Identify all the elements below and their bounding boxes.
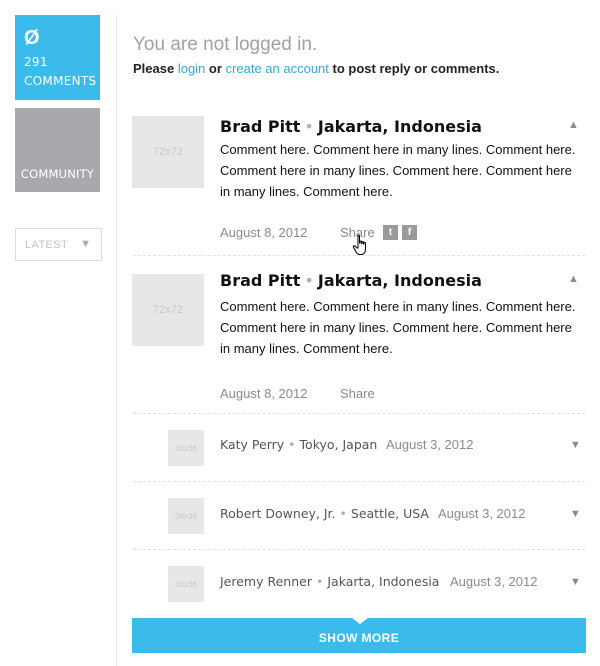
reply-date: August 3, 2012	[386, 437, 474, 452]
chevron-down-icon: ▼	[80, 238, 91, 250]
reply-date: August 3, 2012	[450, 574, 538, 589]
comment-date: August 8, 2012	[220, 386, 308, 401]
reply-author: Jeremy Renner • Jakarta, Indonesia	[220, 574, 439, 589]
avatar: 72x72	[132, 274, 204, 346]
login-prompt-suffix: to post reply or comments.	[332, 61, 500, 76]
separator-dot: •	[304, 271, 314, 290]
collapse-caret-icon[interactable]: ▲	[568, 119, 579, 131]
comments-logo-icon: Ø	[24, 27, 40, 49]
comments-tile[interactable]: Ø 291 COMMENTS	[15, 15, 100, 100]
comment-body: Comment here. Comment here in many lines…	[220, 142, 576, 199]
create-account-link[interactable]: create an account	[226, 61, 329, 76]
separator-dot: •	[339, 506, 347, 521]
author-location: Seattle, USA	[350, 506, 429, 521]
comments-label: COMMENTS	[24, 74, 97, 88]
reply-date: August 3, 2012	[438, 506, 526, 521]
comment-divider	[133, 549, 585, 550]
separator-dot: •	[304, 117, 314, 136]
expand-caret-icon[interactable]: ▼	[570, 508, 581, 520]
comment-date: August 8, 2012	[220, 225, 308, 240]
separator-dot: •	[288, 437, 296, 452]
community-tile[interactable]: COMMUNITY	[15, 108, 100, 192]
comment-body: Comment here. Comment here in many lines…	[220, 299, 576, 356]
author-location: Jakarta, Indonesia	[317, 271, 482, 290]
hand-cursor-icon	[352, 234, 366, 255]
author-location: Tokyo, Japan	[299, 437, 378, 452]
expand-caret-icon[interactable]: ▼	[570, 576, 581, 588]
collapse-caret-icon[interactable]: ▲	[568, 273, 579, 285]
author-name[interactable]: Jeremy Renner	[220, 574, 312, 589]
login-link[interactable]: login	[178, 61, 205, 76]
facebook-icon[interactable]: f	[402, 225, 417, 240]
author-name[interactable]: Brad Pitt	[220, 271, 300, 290]
comment-divider	[133, 255, 585, 256]
login-prompt-or: or	[208, 61, 222, 76]
author-location: Jakarta, Indonesia	[317, 117, 482, 136]
share-button[interactable]: Share	[340, 386, 375, 401]
expand-caret-icon[interactable]: ▼	[570, 439, 581, 451]
avatar: 36x36	[168, 566, 204, 602]
show-more-notch	[352, 618, 368, 624]
comments-count: 291	[24, 55, 48, 69]
sort-value: LATEST	[25, 239, 69, 251]
comment-author: Brad Pitt • Jakarta, Indonesia	[220, 271, 482, 290]
author-name[interactable]: Katy Perry	[220, 437, 284, 452]
author-name[interactable]: Robert Downey, Jr.	[220, 506, 336, 521]
twitter-icon[interactable]: t	[383, 225, 398, 240]
sort-dropdown[interactable]: LATEST ▼	[15, 228, 102, 261]
avatar: 36x36	[168, 498, 204, 534]
comment-divider	[133, 413, 585, 414]
avatar: 36x36	[168, 430, 204, 466]
author-name[interactable]: Brad Pitt	[220, 117, 300, 136]
separator-dot: •	[315, 574, 324, 589]
login-prompt: Please login or create an account to pos…	[133, 61, 499, 76]
community-label: COMMUNITY	[20, 167, 95, 181]
comment-author: Brad Pitt • Jakarta, Indonesia	[220, 117, 482, 136]
reply-author: Katy Perry • Tokyo, Japan	[220, 437, 377, 452]
login-prompt-prefix: Please	[133, 61, 175, 76]
comment-divider	[133, 481, 585, 482]
login-notice: You are not logged in.	[133, 34, 318, 55]
reply-author: Robert Downey, Jr. • Seattle, USA	[220, 506, 429, 521]
sidebar-divider	[116, 15, 117, 666]
avatar: 72x72	[132, 116, 204, 188]
author-location: Jakarta, Indonesia	[327, 574, 440, 589]
